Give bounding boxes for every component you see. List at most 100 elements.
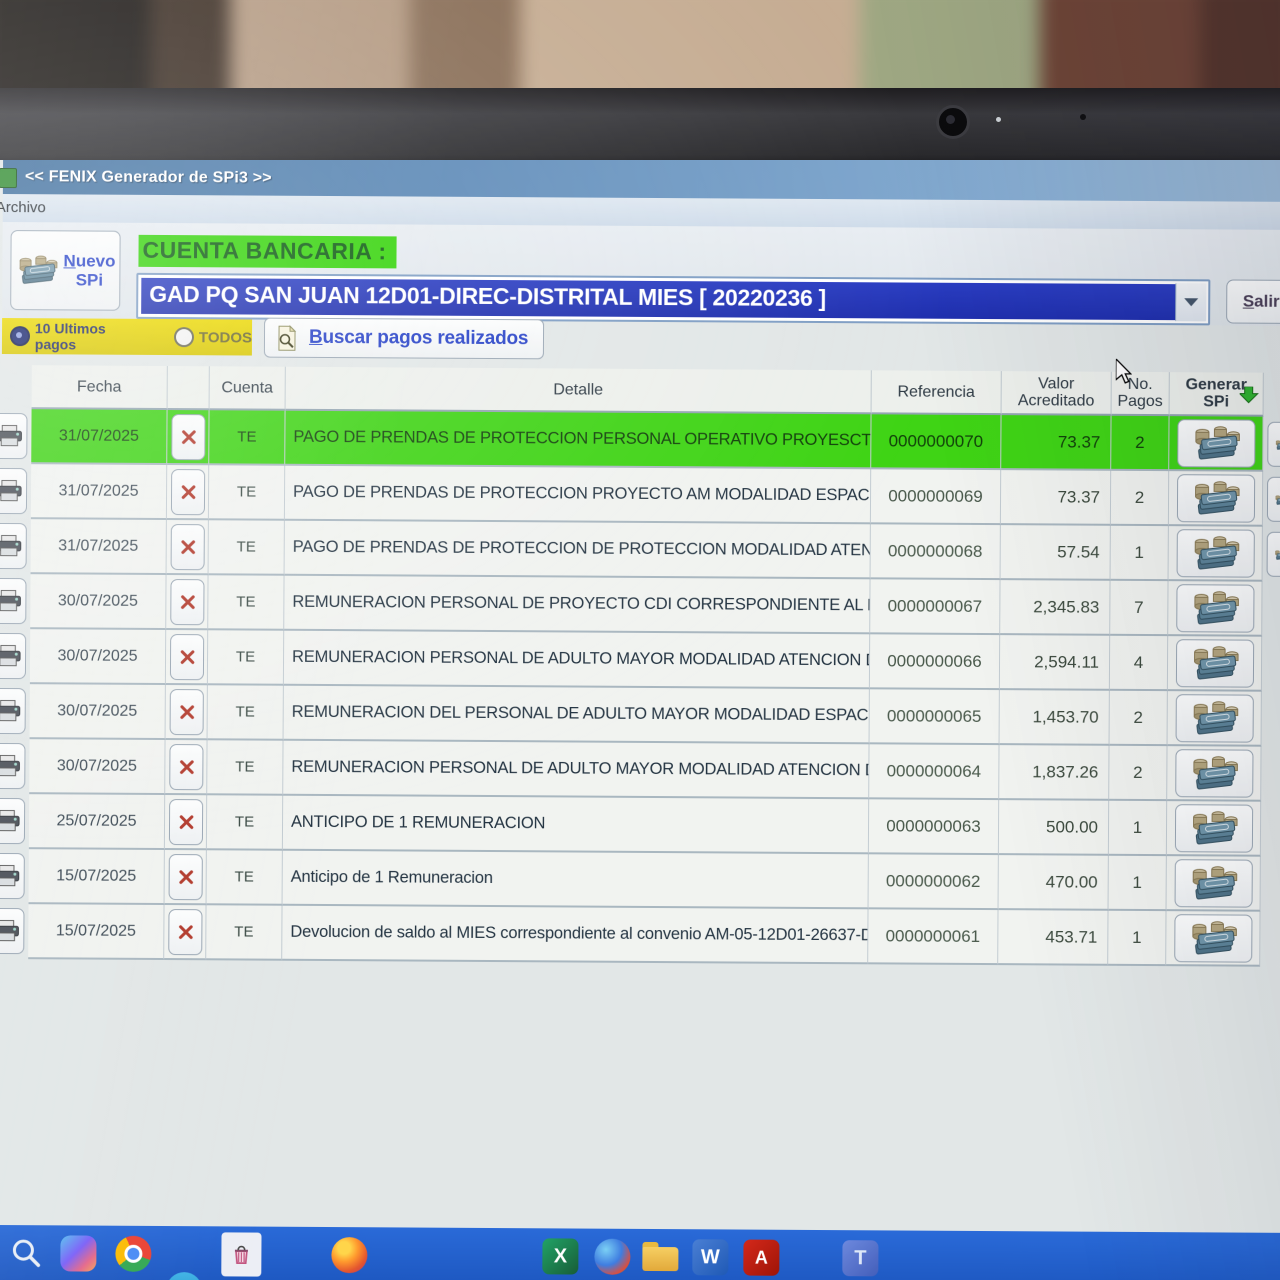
partial-button[interactable] [1267,422,1280,467]
cell-cuenta: TE [209,520,285,575]
print-row-button[interactable] [0,413,28,459]
excel-icon[interactable] [542,1238,578,1274]
generar-spi-button[interactable] [1176,474,1254,522]
print-row-button[interactable] [0,578,27,624]
delete-row-button[interactable] [170,579,204,625]
cuenta-bancaria-label: CUENTA BANCARIA : [138,235,396,269]
cell-fecha: 15/07/2025 [29,849,165,905]
acrobat-icon[interactable] [743,1240,779,1276]
delete-row-button[interactable] [168,799,202,845]
red-x-icon [178,593,196,611]
generar-spi-button[interactable] [1174,859,1252,907]
firefox-icon[interactable] [331,1237,367,1273]
cell-referencia: 0000000064 [869,744,999,800]
cell-referencia: 0000000061 [868,909,998,965]
cell-no-pagos: 1 [1111,526,1169,581]
money-icon [1274,479,1280,519]
print-row-button[interactable] [0,523,27,569]
radio-todos-label: TODOS [199,329,252,346]
red-x-icon [177,648,195,666]
table-row[interactable]: 31/07/2025 TE PAGO DE PRENDAS DE PROTECC… [1,409,1280,472]
word-icon[interactable] [692,1239,728,1275]
printer-icon [0,423,24,448]
taskbar [0,1225,1280,1280]
header-fecha: Fecha [32,365,168,410]
radio-group: 10 Ultimos pagos TODOS [2,318,252,356]
generar-spi-button[interactable] [1176,529,1254,577]
generar-spi-button[interactable] [1175,639,1253,687]
delete-row-button[interactable] [169,634,203,680]
table-row[interactable]: 31/07/2025 TE PAGO DE PRENDAS DE PROTECC… [1,464,1280,527]
cell-valor-acreditado: 1,837.26 [999,745,1109,801]
money-icon [1188,643,1240,683]
chrome-icon[interactable] [115,1236,151,1272]
print-row-button[interactable] [0,908,25,954]
table-row[interactable]: 15/07/2025 TE Anticipo de 1 Remuneracion… [0,849,1280,912]
delete-row-button[interactable] [168,909,202,955]
print-row-button[interactable] [0,688,26,734]
cell-valor-acreditado: 2,345.83 [1000,580,1110,636]
radio-todos[interactable] [174,327,194,347]
generar-spi-button[interactable] [1177,419,1255,467]
generar-spi-button[interactable] [1175,749,1253,797]
delete-row-button[interactable] [169,689,203,735]
money-icon [15,250,59,290]
recycle-bin-icon[interactable] [221,1232,261,1276]
telegram-icon[interactable] [166,1272,202,1280]
delete-row-button[interactable] [170,524,204,570]
radio-10-ultimos[interactable] [10,326,30,346]
generar-spi-button[interactable] [1175,694,1253,742]
table-rows: 31/07/2025 TE PAGO DE PRENDAS DE PROTECC… [0,409,1280,967]
filter-bar: 10 Ultimos pagos TODOS Buscar pagos real… [2,318,1280,366]
copilot-icon[interactable] [60,1235,96,1271]
table-row[interactable]: 30/07/2025 TE REMUNERACION DEL PERSONAL … [0,684,1280,747]
cell-valor-acreditado: 1,453.70 [1000,690,1110,746]
generar-spi-button[interactable] [1174,914,1252,962]
buscar-pagos-button[interactable]: Buscar pagos realizados [264,318,544,360]
table-row[interactable]: 31/07/2025 TE PAGO DE PRENDAS DE PROTECC… [1,519,1280,582]
print-row-button[interactable] [0,743,26,789]
cell-valor-acreditado: 73.37 [1001,415,1111,471]
cell-cuenta: TE [207,795,283,850]
table-row[interactable]: 25/07/2025 TE ANTICIPO DE 1 REMUNERACION… [0,794,1280,857]
print-row-button[interactable] [0,633,26,679]
generar-spi-button[interactable] [1174,804,1252,852]
table-row[interactable]: 30/07/2025 TE REMUNERACION PERSONAL DE P… [0,574,1280,637]
window-title: << FENIX Generador de SPi3 >> [25,168,272,188]
cell-detalle: REMUNERACION PERSONAL DE ADULTO MAYOR MO… [284,631,870,690]
toolbar: Nuevo SPi CUENTA BANCARIA : GAD PQ SAN J… [2,222,1280,326]
menu-archivo[interactable]: Archivo [0,199,46,216]
generar-spi-button[interactable] [1176,584,1254,632]
cell-fecha: 31/07/2025 [31,464,167,520]
money-icon [1189,478,1241,518]
teams-icon[interactable] [842,1240,878,1276]
cell-cuenta: TE [209,410,285,465]
cell-cuenta: TE [208,630,284,685]
delete-row-button[interactable] [170,469,204,515]
table-row[interactable]: 15/07/2025 TE Devolucion de saldo al MIE… [0,904,1280,967]
browser-sphere-icon[interactable] [594,1239,630,1275]
chevron-down-icon[interactable] [1175,283,1206,321]
delete-row-button[interactable] [169,744,203,790]
table-row[interactable]: 30/07/2025 TE REMUNERACION PERSONAL DE A… [0,629,1280,692]
laptop-screen: << FENIX Generador de SPi3 >> Archivo Nu… [0,160,1280,1280]
table-row[interactable]: 30/07/2025 TE REMUNERACION PERSONAL DE A… [0,739,1280,802]
print-row-button[interactable] [0,468,27,514]
delete-row-button[interactable] [168,854,202,900]
money-icon [1190,423,1242,463]
salir-button[interactable]: Salir [1226,279,1280,323]
delete-row-button[interactable] [171,414,205,460]
nuevo-spi-button[interactable]: Nuevo SPi [10,230,120,311]
cell-detalle: REMUNERACION PERSONAL DE ADULTO MAYOR MO… [283,741,869,800]
cell-no-pagos: 1 [1109,856,1167,911]
search-icon[interactable] [8,1235,44,1271]
header-referencia: Referencia [872,370,1002,415]
cell-detalle: PAGO DE PRENDAS DE PROTECCION PROYECTO A… [285,466,871,525]
printer-icon [0,918,21,943]
file-explorer-icon[interactable] [642,1239,678,1275]
print-row-button[interactable] [0,798,25,844]
cell-referencia: 0000000062 [869,854,999,910]
partial-button[interactable] [1267,477,1280,522]
partial-button[interactable] [1267,532,1280,577]
print-row-button[interactable] [0,853,25,899]
